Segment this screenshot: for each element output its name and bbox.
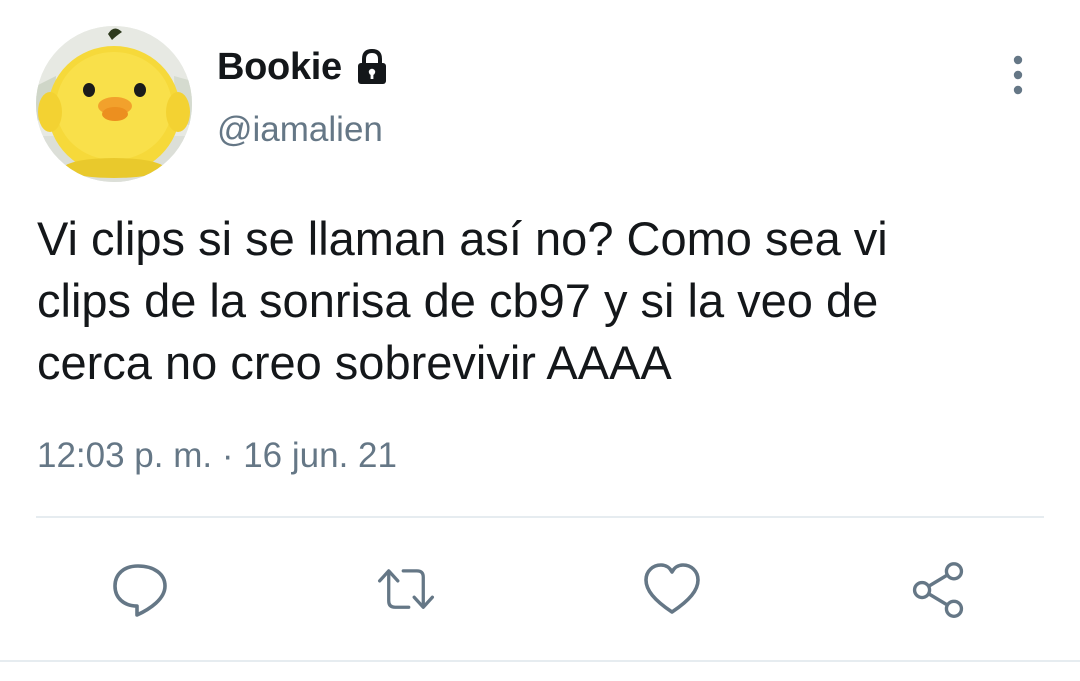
share-button[interactable] — [908, 560, 968, 620]
tweet-timestamp[interactable]: 12:03 p. m. · 16 jun. 21 — [37, 436, 397, 476]
display-name-row: Bookie — [217, 42, 392, 92]
tweet-detail: Bookie @iamalien Vi clips si se llaman a… — [0, 0, 1080, 681]
retweet-button[interactable] — [376, 560, 436, 620]
reply-button[interactable] — [110, 560, 170, 620]
divider — [36, 516, 1044, 518]
display-name[interactable]: Bookie — [217, 46, 342, 89]
share-icon — [912, 562, 964, 618]
more-vertical-icon[interactable] — [998, 52, 1038, 100]
lock-icon — [352, 47, 392, 87]
retweet-icon — [378, 569, 434, 609]
user-handle[interactable]: @iamalien — [217, 110, 383, 150]
avatar[interactable] — [36, 26, 192, 182]
heart-icon — [644, 563, 700, 614]
bottom-divider — [0, 660, 1080, 662]
chick-plush-avatar-image — [36, 26, 192, 182]
like-button[interactable] — [642, 560, 702, 620]
tweet-text: Vi clips si se llaman así no? Como sea v… — [37, 212, 888, 389]
reply-icon — [113, 564, 167, 617]
